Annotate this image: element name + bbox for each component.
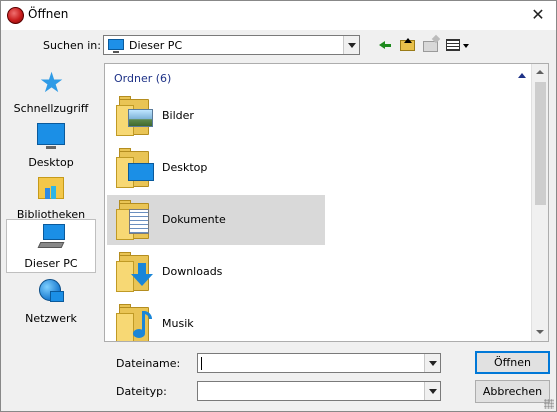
list-item-bilder[interactable]: Bilder xyxy=(107,91,325,141)
chevron-down-icon[interactable] xyxy=(424,382,440,400)
place-label: Schnellzugriff xyxy=(13,102,89,115)
open-button[interactable]: Öffnen xyxy=(475,351,550,374)
filetype-label: Dateityp: xyxy=(116,385,167,398)
item-name: Bilder xyxy=(162,109,194,122)
place-label: Netzwerk xyxy=(25,312,77,325)
filetype-select[interactable] xyxy=(197,381,441,401)
places-bar: ★ Schnellzugriff Desktop Bibliotheken Di… xyxy=(6,63,96,342)
place-label: Dieser PC xyxy=(24,257,78,270)
chevron-down-icon[interactable] xyxy=(343,36,359,54)
item-name: Downloads xyxy=(162,265,223,278)
new-folder-icon[interactable] xyxy=(422,34,441,54)
look-in-combobox[interactable]: Dieser PC xyxy=(103,35,360,55)
look-in-label: Suchen in: xyxy=(43,39,101,52)
place-quick-access[interactable]: ★ Schnellzugriff xyxy=(6,65,96,117)
list-item-downloads[interactable]: Downloads xyxy=(107,247,325,297)
place-label: Desktop xyxy=(28,156,74,169)
place-libraries[interactable]: Bibliotheken xyxy=(6,171,96,223)
close-button[interactable]: ✕ xyxy=(528,5,548,25)
star-icon: ★ xyxy=(39,66,65,99)
libraries-icon xyxy=(36,175,66,203)
item-name: Dokumente xyxy=(162,213,226,226)
pictures-folder-icon xyxy=(115,95,153,137)
filename-field[interactable] xyxy=(197,353,441,373)
list-item-desktop[interactable]: Desktop xyxy=(107,143,325,193)
item-name: Desktop xyxy=(162,161,208,174)
back-arrow-icon[interactable] xyxy=(376,36,394,54)
file-list[interactable]: Ordner (6) Bilder Desktop Dokumente Down… xyxy=(104,63,549,342)
list-item-dokumente[interactable]: Dokumente xyxy=(107,195,325,245)
documents-folder-icon xyxy=(115,199,151,241)
place-desktop[interactable]: Desktop xyxy=(6,119,96,171)
app-icon xyxy=(7,7,24,24)
cancel-button[interactable]: Abbrechen xyxy=(475,380,550,403)
place-this-pc[interactable]: Dieser PC xyxy=(6,219,96,273)
network-icon xyxy=(36,279,66,307)
text-caret xyxy=(201,357,202,370)
chevron-down-icon[interactable] xyxy=(424,354,440,372)
music-folder-icon xyxy=(115,303,152,341)
downloads-folder-icon xyxy=(115,251,153,293)
scroll-up-icon[interactable] xyxy=(532,64,548,81)
resize-grip-icon[interactable] xyxy=(544,399,554,409)
group-header: Ordner (6) xyxy=(114,72,172,85)
scroll-down-icon[interactable] xyxy=(532,324,548,341)
this-pc-icon xyxy=(37,224,67,252)
place-network[interactable]: Netzwerk xyxy=(6,275,96,327)
view-menu-icon[interactable] xyxy=(445,36,471,54)
look-in-value: Dieser PC xyxy=(129,39,183,52)
folder-up-icon[interactable] xyxy=(399,36,417,54)
window-title: Öffnen xyxy=(28,7,69,21)
open-dialog: Öffnen ✕ Suchen in: Dieser PC ★ Schnellz… xyxy=(0,0,557,412)
chevron-up-icon[interactable] xyxy=(517,72,527,80)
desktop-folder-icon xyxy=(115,147,154,189)
title-bar: Öffnen ✕ xyxy=(1,1,556,30)
filename-label: Dateiname: xyxy=(116,357,181,370)
vertical-scrollbar[interactable] xyxy=(531,64,548,341)
item-name: Musik xyxy=(162,317,194,330)
this-pc-icon xyxy=(108,39,124,53)
scroll-thumb[interactable] xyxy=(535,82,546,205)
list-item-musik[interactable]: Musik xyxy=(107,299,325,341)
desktop-icon xyxy=(36,123,66,151)
